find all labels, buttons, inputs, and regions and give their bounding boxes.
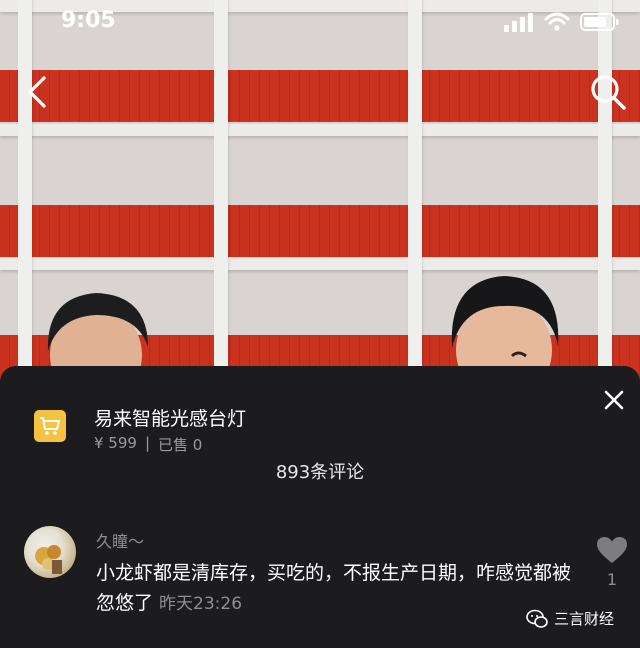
like-count: 1 — [606, 570, 618, 589]
avatar[interactable] — [24, 526, 76, 578]
comment-count: 893条评论 — [275, 462, 365, 483]
close-button[interactable] — [600, 386, 628, 414]
chevron-left-icon — [28, 76, 46, 108]
meta-separator: | — [144, 434, 151, 452]
bookshelf-row — [0, 205, 640, 257]
status-bar-icons — [504, 12, 620, 32]
video-background — [0, 0, 640, 380]
cart-badge — [34, 410, 66, 442]
shelf-board — [0, 124, 640, 136]
search-icon — [591, 75, 626, 110]
product-price: ¥ 599 — [94, 434, 137, 452]
back-button[interactable] — [22, 72, 56, 112]
wechat-icon — [526, 609, 548, 628]
comment-username[interactable]: 久瞳～ — [96, 528, 144, 552]
shelf-divider — [214, 0, 228, 380]
watermark-text: 三言财经 — [554, 610, 615, 628]
search-button[interactable] — [586, 70, 630, 114]
shelf-divider — [598, 0, 612, 380]
signal-icon — [504, 13, 533, 32]
comment-time: 昨天23:26 — [159, 594, 243, 614]
product-sold-count: 已售 0 — [158, 436, 203, 454]
avatar-image — [35, 545, 62, 574]
bookshelf-row — [0, 70, 640, 122]
shelf-board — [0, 258, 640, 270]
close-icon — [604, 390, 624, 410]
watermark: 三言财经 — [526, 608, 614, 629]
product-title: 易来智能光感台灯 — [94, 408, 247, 430]
comments-panel: 易来智能光感台灯 ¥ 599 | 已售 0 893条评论 久瞳～ 小龙虾都是清库… — [0, 366, 640, 648]
battery-icon — [580, 13, 619, 31]
shelf-divider — [408, 0, 422, 380]
cart-icon — [40, 417, 60, 435]
status-bar-time: 9:05 — [61, 8, 116, 33]
product-card[interactable]: 易来智能光感台灯 ¥ 599 | 已售 0 — [34, 384, 594, 454]
person-right — [451, 276, 559, 380]
product-meta: ¥ 599 | 已售 0 — [94, 434, 202, 455]
heart-icon — [597, 537, 627, 563]
like-button[interactable]: 1 — [596, 536, 628, 589]
wifi-icon — [544, 12, 570, 31]
comment-text-block: 小龙虾都是清库存，买吃的，不报生产日期，咋感觉都被忽悠了 昨天23:26 — [96, 558, 576, 619]
